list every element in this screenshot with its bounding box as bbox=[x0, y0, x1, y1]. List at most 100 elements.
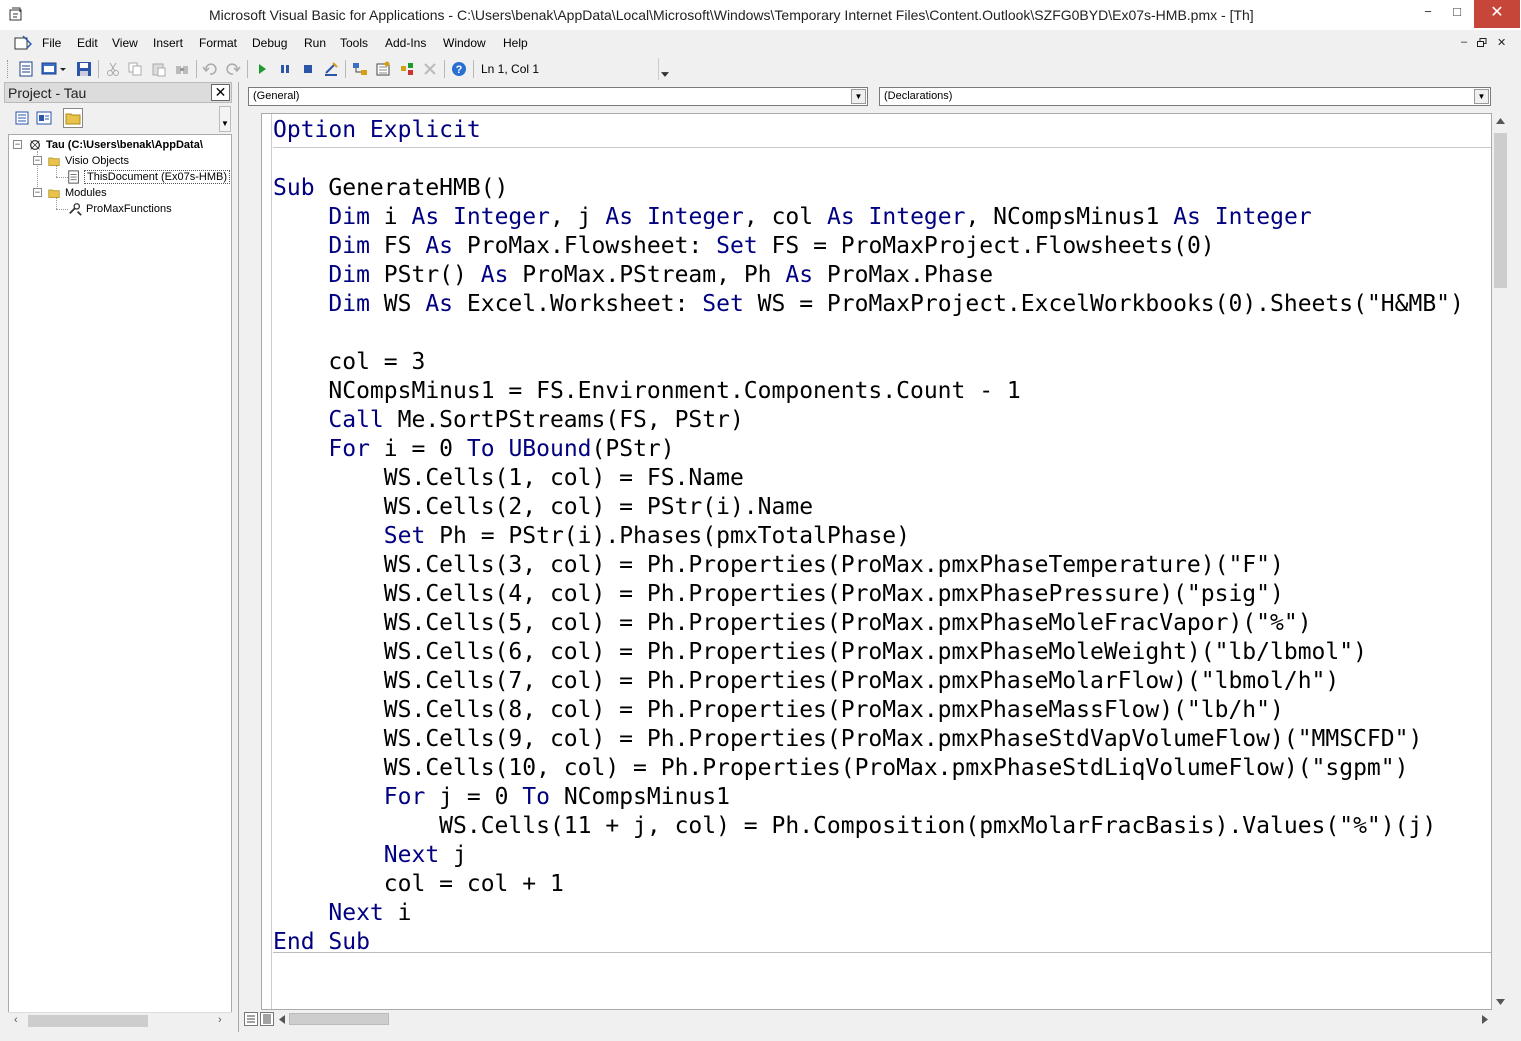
code-line[interactable]: col = col + 1 bbox=[273, 870, 564, 899]
view-excel-icon[interactable] bbox=[17, 60, 35, 78]
expand-toggle-modules[interactable]: − bbox=[33, 188, 42, 197]
undo-icon[interactable] bbox=[201, 60, 219, 78]
tree-item-thisdocument[interactable]: ThisDocument (Ex07s-HMB) bbox=[67, 169, 230, 185]
scroll-thumb[interactable] bbox=[28, 1015, 148, 1027]
toolbar-options-button[interactable] bbox=[658, 58, 670, 80]
menu-format[interactable]: Format bbox=[199, 36, 237, 50]
project-horizontal-scrollbar[interactable]: ‹ › bbox=[8, 1012, 232, 1028]
menu-tools[interactable]: Tools bbox=[340, 36, 368, 50]
mdi-restore-button[interactable] bbox=[1477, 38, 1487, 48]
code-vertical-scrollbar[interactable] bbox=[1492, 113, 1509, 1010]
project-explorer-icon[interactable] bbox=[351, 60, 369, 78]
find-icon[interactable] bbox=[173, 60, 191, 78]
vba-app-icon[interactable] bbox=[8, 6, 24, 22]
code-editor[interactable]: Option Explicit Sub GenerateHMB() Dim i A… bbox=[261, 113, 1492, 1010]
toggle-folders-button[interactable] bbox=[63, 108, 83, 128]
code-line[interactable]: WS.Cells(10, col) = Ph.Properties(ProMax… bbox=[273, 754, 1409, 783]
maximize-button[interactable]: □ bbox=[1443, 0, 1471, 28]
code-line[interactable]: Next i bbox=[273, 899, 411, 928]
code-line[interactable]: WS.Cells(7, col) = Ph.Properties(ProMax.… bbox=[273, 667, 1339, 696]
insert-dropdown-icon[interactable] bbox=[58, 60, 68, 78]
menu-debug[interactable]: Debug bbox=[252, 36, 287, 50]
code-line[interactable]: WS.Cells(6, col) = Ph.Properties(ProMax.… bbox=[273, 638, 1367, 667]
chevron-down-icon[interactable]: ▼ bbox=[851, 89, 866, 104]
code-line[interactable]: WS.Cells(11 + j, col) = Ph.Composition(p… bbox=[273, 812, 1436, 841]
paste-icon[interactable] bbox=[150, 60, 168, 78]
procedure-view-button[interactable] bbox=[244, 1012, 258, 1026]
menu-file[interactable]: File bbox=[42, 36, 61, 50]
code-line[interactable]: WS.Cells(3, col) = Ph.Properties(ProMax.… bbox=[273, 551, 1284, 580]
scroll-left-arrow[interactable]: ‹ bbox=[14, 1014, 18, 1026]
expand-toggle-project[interactable]: − bbox=[13, 140, 22, 149]
copy-icon[interactable] bbox=[126, 60, 144, 78]
scroll-right-arrow[interactable]: › bbox=[218, 1014, 222, 1026]
menu-insert[interactable]: Insert bbox=[153, 36, 183, 50]
code-line[interactable]: For j = 0 To NCompsMinus1 bbox=[273, 783, 730, 812]
toolbar-grip[interactable] bbox=[7, 60, 10, 78]
code-horizontal-scrollbar[interactable] bbox=[239, 1010, 1509, 1028]
close-button[interactable]: ✕ bbox=[1474, 0, 1520, 28]
code-line-declaration[interactable]: Option Explicit bbox=[273, 116, 481, 145]
project-explorer-titlebar[interactable]: Project - Tau ✕ bbox=[4, 82, 232, 103]
code-line[interactable]: WS.Cells(1, col) = FS.Name bbox=[273, 464, 744, 493]
menu-run[interactable]: Run bbox=[304, 36, 326, 50]
help-icon[interactable]: ? bbox=[450, 60, 468, 78]
scroll-thumb[interactable] bbox=[1494, 133, 1507, 288]
code-line[interactable]: WS.Cells(2, col) = PStr(i).Name bbox=[273, 493, 813, 522]
code-line[interactable]: Sub GenerateHMB() bbox=[273, 174, 508, 203]
view-code-button[interactable] bbox=[12, 108, 32, 128]
code-margin-indicator-bar[interactable] bbox=[262, 114, 272, 1009]
save-icon[interactable] bbox=[75, 60, 93, 78]
scroll-up-arrow[interactable] bbox=[1496, 118, 1505, 124]
scroll-down-arrow[interactable] bbox=[1496, 999, 1505, 1005]
scroll-right-arrow[interactable] bbox=[1482, 1015, 1488, 1024]
insert-module-icon[interactable] bbox=[40, 60, 58, 78]
code-line[interactable]: Dim WS As Excel.Worksheet: Set WS = ProM… bbox=[273, 290, 1464, 319]
menu-edit[interactable]: Edit bbox=[77, 36, 98, 50]
code-line[interactable]: Set Ph = PStr(i).Phases(pmxTotalPhase) bbox=[273, 522, 910, 551]
menu-view[interactable]: View bbox=[112, 36, 138, 50]
view-object-button[interactable] bbox=[34, 108, 54, 128]
tree-item-visio-objects[interactable]: Visio Objects bbox=[46, 153, 129, 169]
properties-icon[interactable] bbox=[374, 60, 392, 78]
project-close-button[interactable]: ✕ bbox=[211, 84, 230, 101]
run-icon[interactable] bbox=[253, 60, 271, 78]
menu-help[interactable]: Help bbox=[503, 36, 528, 50]
tree-item-project[interactable]: Tau (C:\Users\benak\AppData\ bbox=[27, 137, 203, 153]
code-window-icon[interactable] bbox=[14, 35, 32, 51]
object-browser-icon[interactable] bbox=[398, 60, 416, 78]
tree-item-modules[interactable]: Modules bbox=[46, 185, 107, 201]
menu-add-ins[interactable]: Add-Ins bbox=[385, 36, 426, 50]
code-line[interactable]: WS.Cells(5, col) = Ph.Properties(ProMax.… bbox=[273, 609, 1312, 638]
code-line[interactable]: WS.Cells(9, col) = Ph.Properties(ProMax.… bbox=[273, 725, 1423, 754]
full-module-view-button[interactable] bbox=[260, 1012, 274, 1026]
code-text[interactable]: Option Explicit Sub GenerateHMB() Dim i A… bbox=[273, 114, 1491, 1009]
cut-icon[interactable] bbox=[104, 60, 122, 78]
code-line[interactable]: WS.Cells(8, col) = Ph.Properties(ProMax.… bbox=[273, 696, 1284, 725]
project-toolbar-scroll[interactable]: ▼ bbox=[219, 106, 231, 132]
tree-item-promaxfunctions[interactable]: ProMaxFunctions bbox=[67, 201, 172, 217]
toolbox-icon[interactable] bbox=[421, 60, 439, 78]
code-line[interactable]: NCompsMinus1 = FS.Environment.Components… bbox=[273, 377, 1020, 406]
minimize-button[interactable]: − bbox=[1414, 0, 1442, 28]
procedure-combo[interactable]: (Declarations) ▼ bbox=[879, 87, 1491, 106]
code-line[interactable]: Call Me.SortPStreams(FS, PStr) bbox=[273, 406, 743, 435]
redo-icon[interactable] bbox=[224, 60, 242, 78]
scroll-left-arrow[interactable] bbox=[279, 1015, 285, 1024]
menu-window[interactable]: Window bbox=[443, 36, 486, 50]
code-line[interactable]: Dim FS As ProMax.Flowsheet: Set FS = Pro… bbox=[273, 232, 1214, 261]
scroll-thumb[interactable] bbox=[289, 1013, 389, 1025]
code-line[interactable]: Dim PStr() As ProMax.PStream, Ph As ProM… bbox=[273, 261, 993, 290]
code-line[interactable]: For i = 0 To UBound(PStr) bbox=[273, 435, 674, 464]
reset-icon[interactable] bbox=[299, 60, 317, 78]
code-line[interactable]: WS.Cells(4, col) = Ph.Properties(ProMax.… bbox=[273, 580, 1284, 609]
design-mode-icon[interactable] bbox=[322, 60, 340, 78]
code-line[interactable]: Next j bbox=[273, 841, 467, 870]
mdi-minimize-button[interactable]: – bbox=[1461, 36, 1467, 48]
break-icon[interactable] bbox=[276, 60, 294, 78]
expand-toggle-visio-objects[interactable]: − bbox=[33, 156, 42, 165]
code-line[interactable]: col = 3 bbox=[273, 348, 425, 377]
mdi-close-button[interactable]: ✕ bbox=[1497, 36, 1506, 49]
object-combo[interactable]: (General) ▼ bbox=[248, 87, 868, 106]
chevron-down-icon[interactable]: ▼ bbox=[1474, 89, 1489, 104]
